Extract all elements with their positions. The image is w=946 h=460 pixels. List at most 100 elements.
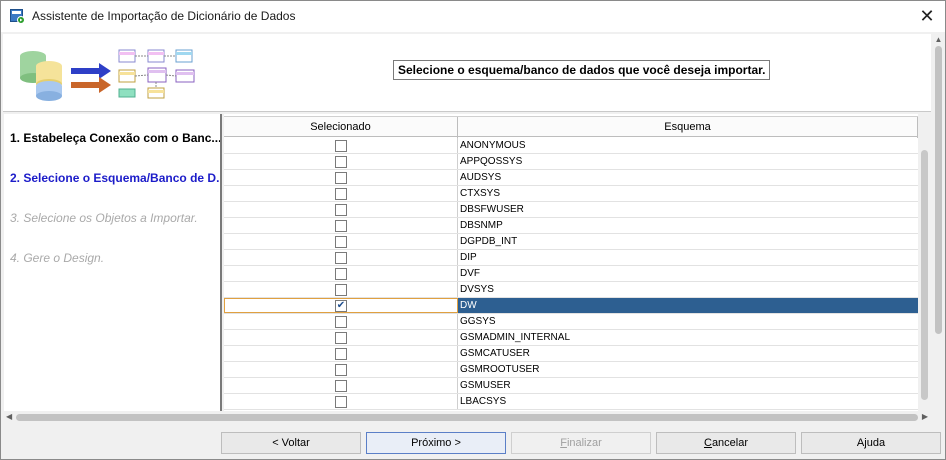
scrollbar-thumb[interactable]	[935, 46, 942, 334]
window-vertical-scrollbar[interactable]: ▲	[932, 34, 945, 410]
back-button[interactable]: < Voltar	[221, 432, 361, 454]
select-checkbox[interactable]	[334, 235, 347, 248]
select-checkbox[interactable]	[334, 203, 347, 216]
app-icon	[10, 9, 25, 24]
selected-cell	[224, 362, 458, 377]
select-checkbox[interactable]	[334, 155, 347, 168]
wizard-window: Assistente de Importação de Dicionário d…	[0, 0, 946, 460]
table-row[interactable]: DBSNMP	[224, 218, 918, 234]
schema-cell: DIP	[460, 252, 477, 263]
grid-vertical-scrollbar[interactable]	[918, 114, 931, 411]
schema-cell: DBSFWUSER	[460, 204, 524, 215]
selected-cell	[224, 138, 458, 153]
schema-cell: APPQOSSYS	[460, 156, 523, 167]
selected-cell	[224, 250, 458, 265]
schema-cell: GSMADMIN_INTERNAL	[460, 332, 571, 343]
next-button[interactable]: Próximo >	[366, 432, 506, 454]
select-checkbox[interactable]	[334, 315, 347, 328]
select-checkbox[interactable]	[334, 251, 347, 264]
table-row[interactable]: GGSYS	[224, 314, 918, 330]
step-select-schema: 2. Selecione o Esquema/Banco de D...	[10, 171, 220, 185]
select-checkbox[interactable]	[334, 379, 347, 392]
steps-panel: 1. Estabeleça Conexão com o Banc... 2. S…	[4, 114, 222, 411]
select-checkbox[interactable]	[334, 283, 347, 296]
select-checkbox[interactable]	[334, 219, 347, 232]
selected-cell	[224, 202, 458, 217]
schema-cell: GSMCATUSER	[460, 348, 530, 359]
selected-cell	[224, 154, 458, 169]
button-bar: < Voltar Próximo > Finalizar Cancelar Aj…	[1, 425, 945, 460]
table-row[interactable]: CTXSYS	[224, 186, 918, 202]
table-row[interactable]: GSMUSER	[224, 378, 918, 394]
schema-grid: Selecionado Esquema ANONYMOUS APPQOSSYS AU…	[224, 114, 918, 411]
schema-cell: GSMUSER	[460, 380, 511, 391]
table-row[interactable]: GSMADMIN_INTERNAL	[224, 330, 918, 346]
table-row[interactable]: LBACSYS	[224, 394, 918, 410]
step-select-objects: 3. Selecione os Objetos a Importar.	[10, 211, 198, 225]
select-checkbox[interactable]: ✔	[335, 299, 347, 312]
schema-cell: AUDSYS	[460, 172, 502, 183]
schema-cell: LBACSYS	[460, 396, 507, 407]
select-checkbox[interactable]	[334, 267, 347, 280]
selected-cell	[224, 282, 458, 297]
select-checkbox[interactable]	[334, 363, 347, 376]
schema-cell: GSMROOTUSER	[460, 364, 540, 375]
table-row[interactable]: DGPDB_INT	[224, 234, 918, 250]
window-title: Assistente de Importação de Dicionário d…	[32, 9, 296, 23]
selected-cell: ✔	[224, 298, 458, 313]
select-checkbox[interactable]	[334, 347, 347, 360]
selected-cell	[224, 186, 458, 201]
table-row[interactable]: ANONYMOUS	[224, 138, 918, 154]
selected-cell	[224, 218, 458, 233]
checkmark-icon: ✔	[336, 299, 346, 311]
select-checkbox[interactable]	[334, 331, 347, 344]
instruction-text: Selecione o esquema/banco de dados que v…	[393, 60, 771, 80]
selected-cell	[224, 330, 458, 345]
cancel-button[interactable]: Cancelar	[656, 432, 796, 454]
cancel-button-mnemonic: C	[703, 437, 712, 449]
table-row[interactable]: APPQOSSYS	[224, 154, 918, 170]
selected-cell	[224, 266, 458, 281]
grid-scrollbar-thumb[interactable]	[921, 150, 928, 400]
selected-cell	[224, 314, 458, 329]
scroll-right-icon[interactable]: ▶	[922, 412, 928, 421]
schema-cell: ANONYMOUS	[460, 140, 526, 151]
table-row[interactable]: AUDSYS	[224, 170, 918, 186]
title-bar: Assistente de Importação de Dicionário d…	[1, 1, 945, 32]
finish-button-label: inalizar	[566, 437, 602, 449]
scroll-up-icon[interactable]: ▲	[934, 35, 943, 44]
column-header-schema[interactable]: Esquema	[458, 117, 918, 138]
finish-button[interactable]: Finalizar	[511, 432, 651, 454]
selected-cell	[224, 234, 458, 249]
table-row[interactable]: DBSFWUSER	[224, 202, 918, 218]
import-banner-icon	[20, 49, 195, 101]
table-row[interactable]: DVSYS	[224, 282, 918, 298]
select-checkbox[interactable]	[334, 395, 347, 408]
table-row[interactable]: GSMCATUSER	[224, 346, 918, 362]
cancel-button-label: ancelar	[711, 437, 749, 449]
table-row[interactable]: DVF	[224, 266, 918, 282]
close-button[interactable]: ✕	[915, 4, 939, 28]
select-checkbox[interactable]	[334, 187, 347, 200]
table-row[interactable]: ✔ DW	[224, 298, 918, 314]
schema-cell: GGSYS	[460, 316, 496, 327]
step-establish-connection: 1. Estabeleça Conexão com o Banc...	[10, 131, 220, 145]
selected-cell	[224, 170, 458, 185]
select-checkbox[interactable]	[334, 139, 347, 152]
schema-cell: DW	[460, 300, 477, 311]
select-checkbox[interactable]	[334, 171, 347, 184]
grid-header: Selecionado Esquema	[224, 116, 918, 138]
table-row[interactable]: DIP	[224, 250, 918, 266]
horizontal-scrollbar[interactable]: ◀ ▶	[4, 411, 930, 424]
help-button[interactable]: Ajuda	[801, 432, 941, 454]
scroll-left-icon[interactable]: ◀	[6, 412, 12, 421]
schema-cell: DBSNMP	[460, 220, 503, 231]
grid-rows: ANONYMOUS APPQOSSYS AUDSYS CTXSYS DBSFWUSER D…	[224, 138, 918, 410]
step-generate-design: 4. Gere o Design.	[10, 251, 105, 265]
column-header-selected[interactable]: Selecionado	[224, 117, 458, 138]
schema-cell: DVSYS	[460, 284, 494, 295]
wizard-header: Selecione o esquema/banco de dados que v…	[3, 34, 931, 112]
horizontal-scrollbar-thumb[interactable]	[16, 414, 918, 421]
schema-cell: CTXSYS	[460, 188, 501, 199]
table-row[interactable]: GSMROOTUSER	[224, 362, 918, 378]
